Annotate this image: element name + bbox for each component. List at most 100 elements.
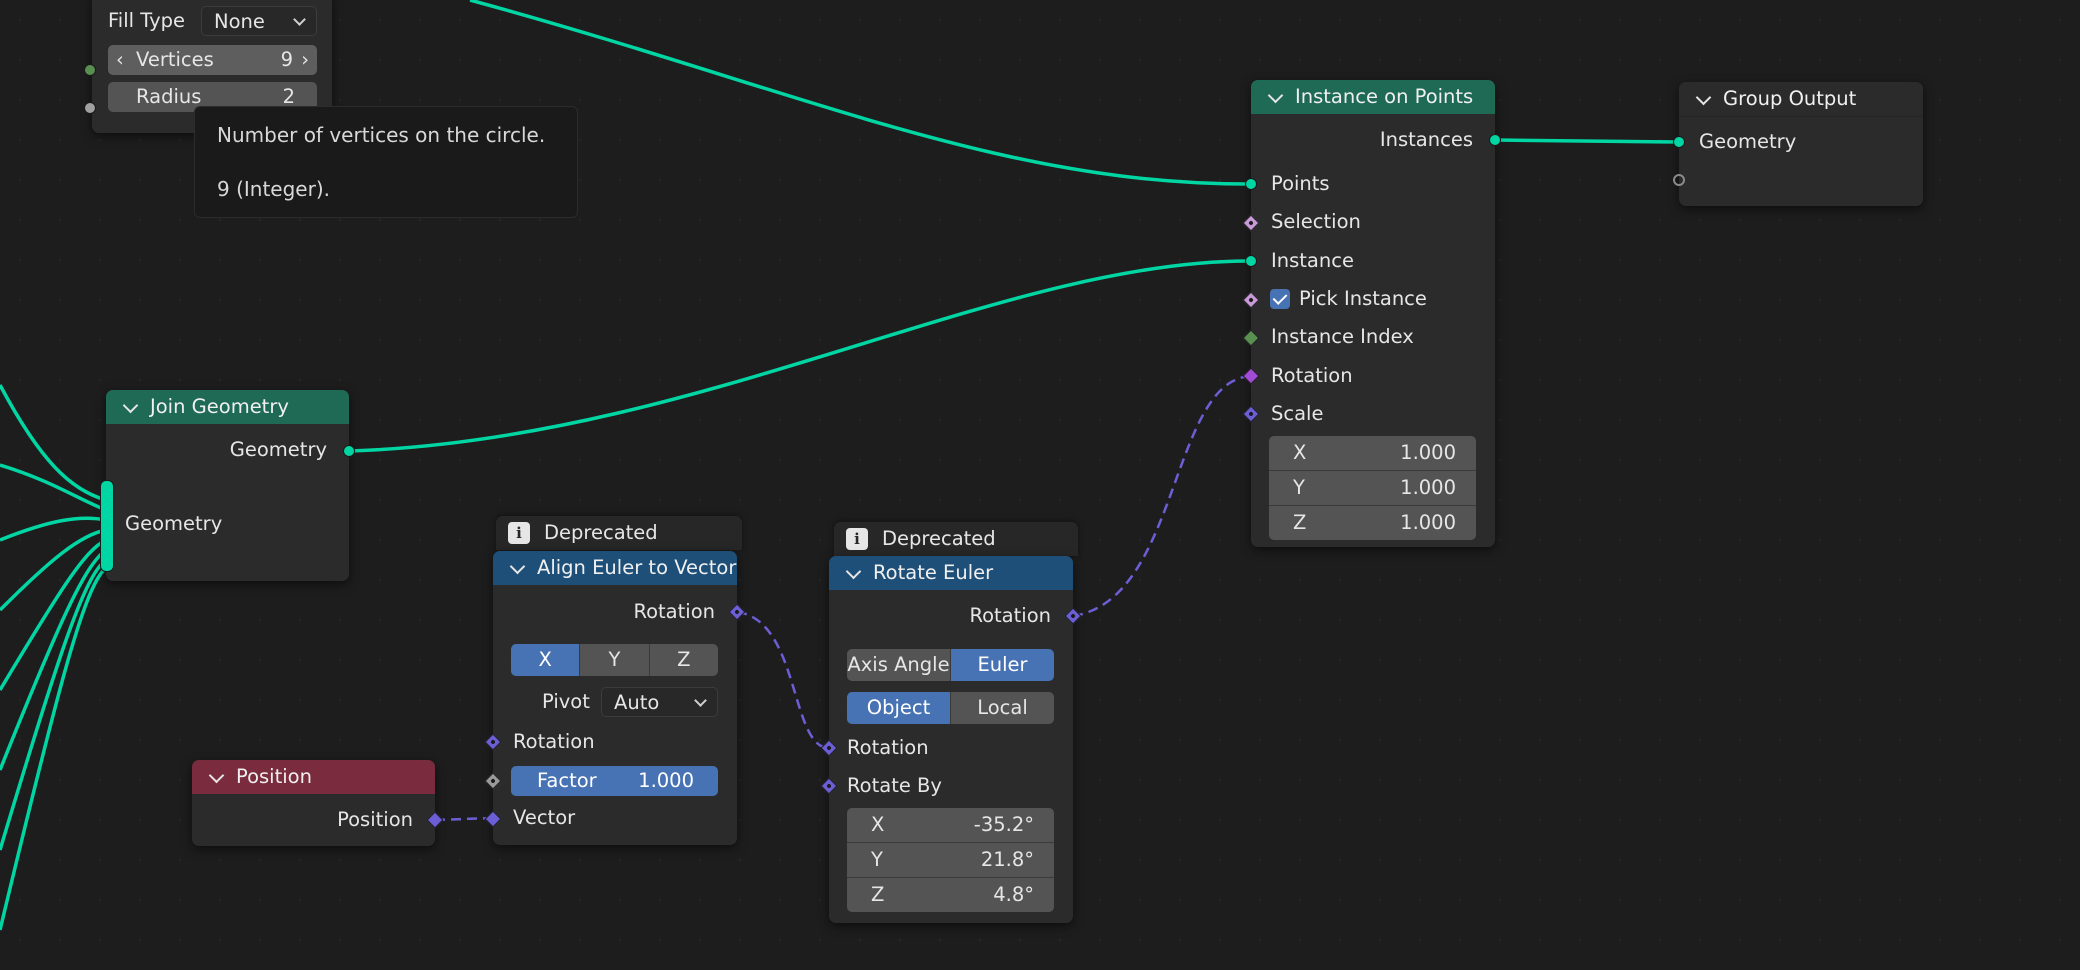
chevron-down-icon[interactable] — [1267, 88, 1285, 106]
tooltip-value: 9 (Integer). — [217, 177, 330, 201]
scale-y-field[interactable]: Y 1.000 — [1269, 471, 1476, 506]
points-input-socket[interactable] — [1245, 178, 1257, 190]
vertices-field[interactable]: ‹ Vertices 9 › — [108, 45, 317, 75]
axis-label: Z — [871, 883, 885, 906]
chevron-down-icon[interactable] — [845, 564, 863, 582]
node-title: Join Geometry — [150, 395, 289, 418]
link-rotate-to-rotation — [1072, 374, 1252, 618]
radius-socket[interactable] — [84, 102, 96, 114]
pivot-label: Pivot — [542, 690, 590, 713]
chevron-down-icon — [694, 694, 707, 707]
rotate-by-z-field[interactable]: Z 4.8° — [847, 878, 1054, 912]
input-selection: Selection — [1251, 207, 1495, 237]
rotate-by-y-field[interactable]: Y 21.8° — [847, 843, 1054, 878]
output-instances: Instances — [1251, 125, 1495, 155]
input-scale: Scale — [1251, 399, 1495, 429]
space-selector[interactable]: Object Local — [847, 692, 1054, 724]
output-rotation: Rotation — [493, 597, 737, 627]
vertices-value: 9 — [280, 48, 293, 71]
link-align-to-rotate — [736, 610, 830, 750]
radius-label: Radius — [136, 85, 202, 108]
local-button[interactable]: Local — [951, 692, 1054, 724]
node-header[interactable]: Instance on Points — [1251, 80, 1495, 114]
align-euler-to-vector-node[interactable]: Align Euler to Vector Rotation X Y Z Piv… — [493, 551, 737, 845]
link-input-8 — [0, 566, 108, 931]
input-label: Scale — [1271, 402, 1324, 425]
output-label: Instances — [1379, 128, 1473, 151]
chevron-down-icon[interactable] — [509, 559, 527, 577]
node-title: Rotate Euler — [873, 561, 994, 584]
axis-label: Y — [1293, 476, 1305, 499]
input-label: Geometry — [125, 512, 223, 535]
chevron-right-icon[interactable]: › — [301, 45, 309, 75]
scale-x-field[interactable]: X 1.000 — [1269, 436, 1476, 471]
join-geometry-node[interactable]: Join Geometry Geometry Geometry — [106, 390, 349, 581]
axis-label: Y — [871, 848, 883, 871]
chevron-down-icon[interactable] — [1695, 90, 1713, 108]
chevron-down-icon[interactable] — [122, 398, 140, 416]
fill-type-dropdown[interactable]: None — [201, 6, 317, 36]
chevron-left-icon[interactable]: ‹ — [116, 45, 124, 75]
position-node[interactable]: Position Position — [192, 760, 435, 846]
vertices-socket[interactable] — [84, 64, 96, 76]
instances-output-socket[interactable] — [1489, 134, 1501, 146]
euler-button[interactable]: Euler — [951, 649, 1054, 681]
axis-z-button[interactable]: Z — [649, 644, 718, 676]
fill-type-label: Fill Type — [108, 9, 186, 32]
node-header[interactable]: Align Euler to Vector — [493, 551, 737, 585]
axis-value: 1.000 — [1400, 441, 1456, 464]
geometry-input-socket[interactable] — [1673, 136, 1685, 148]
chevron-down-icon — [293, 13, 306, 26]
node-header[interactable]: Rotate Euler — [829, 556, 1073, 590]
pivot-row: Pivot Auto — [493, 687, 737, 717]
geometry-output-socket[interactable] — [343, 445, 355, 457]
input-label: Vector — [513, 806, 576, 829]
fill-type-value: None — [214, 10, 265, 33]
scale-vector-field[interactable]: X 1.000 Y 1.000 Z 1.000 — [1269, 436, 1476, 540]
input-rotation: Rotation — [829, 733, 1073, 763]
input-geometry: Geometry — [106, 509, 349, 539]
input-label: Rotation — [847, 736, 929, 759]
rotation-type-selector[interactable]: Axis Angle Euler — [847, 649, 1054, 681]
node-header[interactable]: Join Geometry — [106, 390, 349, 424]
instance-input-socket[interactable] — [1245, 255, 1257, 267]
input-pick-instance[interactable]: Pick Instance — [1251, 284, 1495, 314]
input-label: Selection — [1271, 210, 1361, 233]
output-geometry: Geometry — [106, 435, 349, 465]
axis-selector[interactable]: X Y Z — [511, 644, 718, 676]
pick-instance-checkbox[interactable] — [1270, 289, 1290, 309]
geometry-multi-input-socket[interactable] — [100, 480, 114, 572]
rotate-euler-node[interactable]: Rotate Euler Rotation Axis Angle Euler O… — [829, 556, 1073, 923]
axis-y-button[interactable]: Y — [580, 644, 650, 676]
input-instance-index: Instance Index — [1251, 322, 1495, 352]
input-label: Instance — [1271, 249, 1354, 272]
input-label: Instance Index — [1271, 325, 1414, 348]
output-rotation: Rotation — [829, 601, 1073, 631]
object-button[interactable]: Object — [847, 692, 951, 724]
factor-field[interactable]: Factor 1.000 — [511, 766, 718, 796]
rotate-by-x-field[interactable]: X -35.2° — [847, 808, 1054, 843]
instance-on-points-node[interactable]: Instance on Points Instances Points Sele… — [1251, 80, 1495, 547]
node-header[interactable]: Position — [192, 760, 435, 794]
factor-value: 1.000 — [638, 769, 694, 792]
axis-angle-button[interactable]: Axis Angle — [847, 649, 951, 681]
group-output-node[interactable]: Group Output Geometry — [1679, 82, 1923, 206]
output-label: Geometry — [229, 438, 327, 461]
link-circle-to-points — [469, 0, 1252, 186]
empty-input-socket[interactable] — [1673, 174, 1685, 186]
factor-label: Factor — [537, 769, 597, 792]
input-label: Pick Instance — [1299, 287, 1427, 310]
scale-z-field[interactable]: Z 1.000 — [1269, 506, 1476, 540]
rotate-by-vector-field[interactable]: X -35.2° Y 21.8° Z 4.8° — [847, 808, 1054, 912]
input-points: Points — [1251, 169, 1495, 199]
input-label: Geometry — [1699, 130, 1797, 153]
output-label: Position — [337, 808, 413, 831]
pivot-dropdown[interactable]: Auto — [601, 687, 718, 717]
axis-x-button[interactable]: X — [511, 644, 581, 676]
chevron-down-icon[interactable] — [208, 768, 226, 786]
tooltip-description: Number of vertices on the circle. — [217, 123, 546, 147]
deprecated-text: Deprecated — [882, 527, 996, 550]
axis-value: -35.2° — [973, 813, 1034, 836]
output-label: Rotation — [969, 604, 1051, 627]
node-header[interactable]: Group Output — [1679, 82, 1923, 117]
